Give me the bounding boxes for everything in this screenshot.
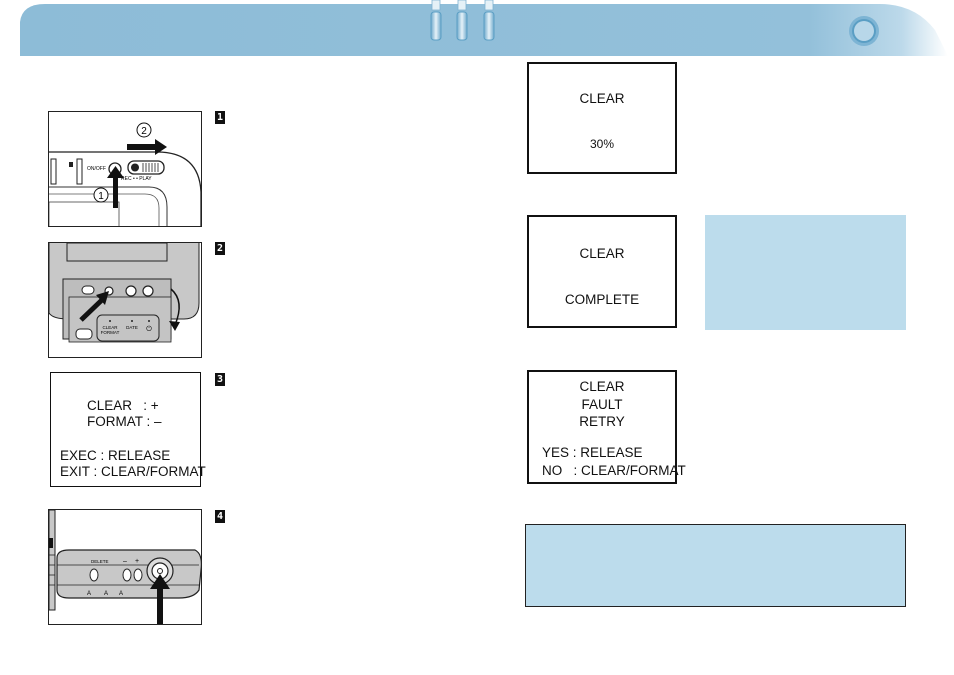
screen-yes: YES : RELEASE xyxy=(542,445,643,460)
clear-complete-screen: CLEAR COMPLETE xyxy=(527,215,677,328)
screen-line: CLEAR : + xyxy=(87,398,159,413)
power-label: ⏻ xyxy=(146,325,152,333)
progress-value: 30% xyxy=(589,137,615,151)
minus-label: – xyxy=(123,558,127,565)
press-arrow xyxy=(157,585,163,624)
clear-fault-screen: CLEAR FAULT RETRY YES : RELEASE NO : CLE… xyxy=(527,370,686,484)
delete-label: DELETE xyxy=(91,559,109,564)
screen-line: CLEAR xyxy=(579,379,625,394)
binder-ring-icon xyxy=(430,0,442,41)
screen-title: CLEAR xyxy=(579,91,625,106)
lock-icon xyxy=(69,162,73,167)
plus-label: + xyxy=(135,558,139,565)
step-2-illustration: CLEAR FORMAT DATE ⏻ xyxy=(48,242,202,358)
step-number-4: 4 xyxy=(215,510,225,523)
format-label: FORMAT xyxy=(101,330,120,335)
callout-2: 2 xyxy=(141,126,147,137)
date-label: DATE xyxy=(126,325,138,330)
ring-hole-icon xyxy=(849,16,879,46)
screen-line: EXIT : CLEAR/FORMAT xyxy=(60,464,206,479)
side-note-box xyxy=(705,215,906,330)
screen-line: FORMAT : – xyxy=(87,414,162,429)
step-1-illustration: ON/OFF REC • • PLAY 2 1 xyxy=(48,111,202,227)
svg-text:A: A xyxy=(87,591,91,597)
step-4-illustration: DELETE – + A A A xyxy=(48,509,202,625)
screen-line: RETRY xyxy=(579,414,625,429)
mode-label: REC • • PLAY xyxy=(121,176,152,182)
screen-no: NO : CLEAR/FORMAT xyxy=(542,463,686,478)
screen-status: COMPLETE xyxy=(564,292,640,307)
step-number-2: 2 xyxy=(215,242,225,255)
callout-1: 1 xyxy=(98,191,104,202)
step-number-3: 3 xyxy=(215,373,225,386)
clear-progress-screen: CLEAR 30% xyxy=(527,62,677,174)
step-3-screen: CLEAR : + FORMAT : – EXEC : RELEASE EXIT… xyxy=(50,372,206,487)
press-arrow xyxy=(113,174,118,208)
screen-line: EXEC : RELEASE xyxy=(60,448,171,463)
slide-arrow xyxy=(127,144,157,150)
svg-text:A: A xyxy=(104,591,108,597)
screen-line: FAULT xyxy=(581,397,623,412)
header-banner xyxy=(0,0,954,58)
bottom-note-box xyxy=(525,524,906,607)
svg-text:A: A xyxy=(119,591,123,597)
binder-ring-icon xyxy=(483,0,495,41)
screen-title: CLEAR xyxy=(579,246,625,261)
step-number-1: 1 xyxy=(215,111,225,124)
binder-ring-icon xyxy=(456,0,468,41)
onoff-label: ON/OFF xyxy=(87,166,106,172)
